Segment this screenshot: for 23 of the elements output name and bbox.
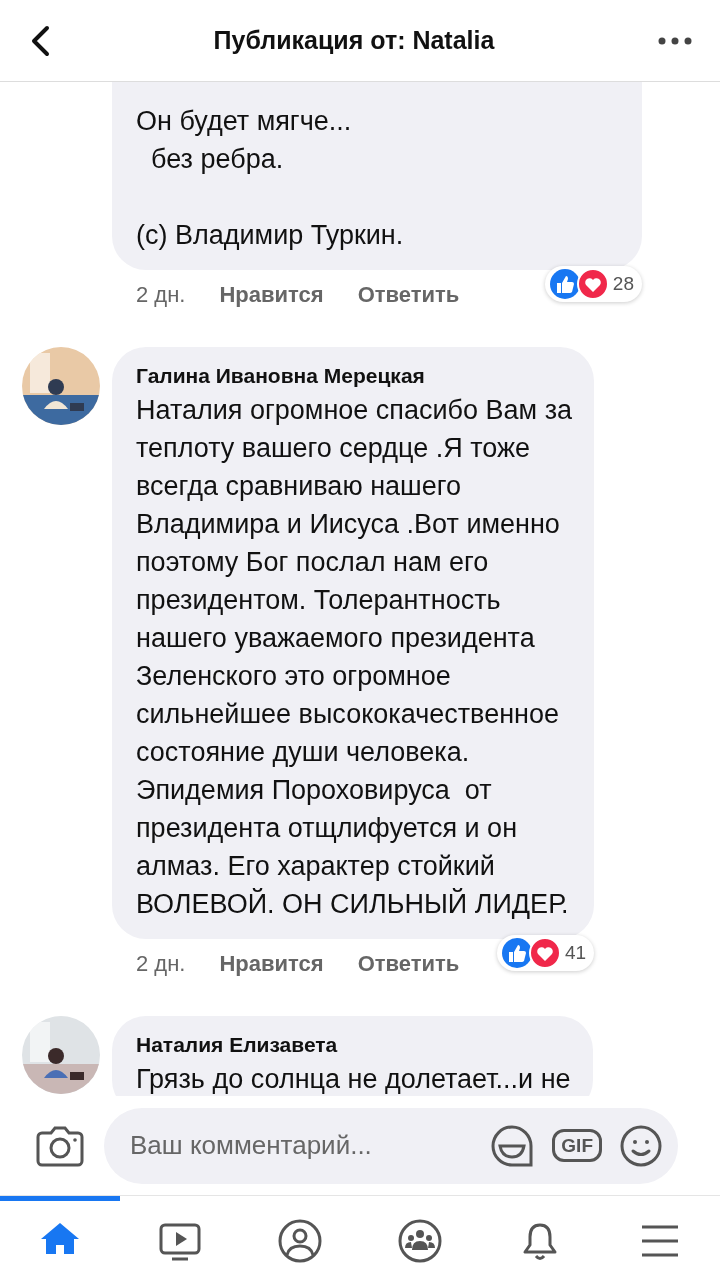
comment-text: Наталия огромное спасибо Вам за теплоту вашего сердце .Я тоже всегда сравниваю нашего Владимира и Иисуса .Вот именно поэтому Бог послал нам его президентом. Толерантность нашего уважаемого президента Зеленского это огромное сильнейшее высококачественное состояние души человека. Эпидемия Пороховируса от президента отщлифуется и он алмаз. Его характер стойкий ВОЛЕВОЙ. ОН СИЛЬНЫЙ ЛИДЕР.	[136, 394, 573, 921]
more-icon[interactable]	[658, 36, 692, 45]
author-name: Наталия Елизавета	[136, 1032, 339, 1058]
comment-text: Грязь до солнца не долетает...и не	[136, 1063, 571, 1096]
groups-icon	[398, 1218, 442, 1263]
reply-link[interactable]: Ответить	[357, 947, 460, 980]
back-icon[interactable]	[30, 24, 50, 57]
emoji-icon[interactable]	[620, 1124, 662, 1167]
reaction-number: 41	[564, 940, 587, 965]
comment-time: 2 дн.	[136, 281, 186, 309]
sticker-icon[interactable]	[490, 1123, 535, 1168]
comment-field[interactable]: Ваш комментарий... GIF	[104, 1107, 678, 1184]
reply-link[interactable]: Ответить	[357, 278, 460, 311]
reaction-number: 28	[612, 271, 634, 296]
comment-text: Он будет мягче... без ребра. (с) Владимир Туркин.	[136, 105, 405, 252]
like-link[interactable]: Нравится	[219, 947, 324, 980]
page-title: Публикация от: Natalia	[213, 24, 495, 56]
author-name: Галина Ивановна Мерецкая	[136, 363, 426, 389]
profile-icon	[278, 1218, 322, 1263]
gif-button[interactable]: GIF	[552, 1129, 602, 1162]
like-link[interactable]: Нравится	[219, 278, 324, 311]
camera-icon[interactable]	[36, 1124, 84, 1167]
comment-time: 2 дн.	[136, 950, 186, 978]
